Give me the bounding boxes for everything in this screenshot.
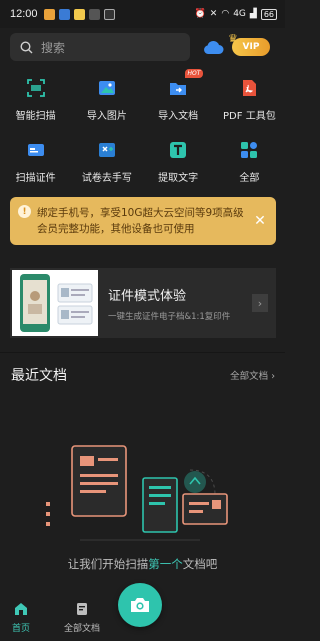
tool-exam-erase[interactable]: 试卷去手写 [71,134,142,196]
tool-all[interactable]: 全部 [214,134,285,196]
signal-icon: ▟ [249,9,257,19]
tab-home[interactable]: 首页 [12,601,30,634]
empty-state-text: 让我们开始扫描第一个文档吧 [0,556,285,572]
tool-label: 全部 [239,173,260,184]
all-docs-link[interactable]: 全部文档 › [230,368,275,382]
tab-home-label: 首页 [12,624,31,634]
notification-app-icon [88,8,100,20]
tool-pdf-kit[interactable]: PDF 工具包 [214,72,285,134]
search-row: 搜索 ♛ VIP [10,32,278,61]
alarm-icon: ⏰ [194,9,206,19]
tool-label: 提取文字 [158,173,199,184]
promo-title: 证件模式体验 [108,288,187,304]
notification-icons [43,8,115,20]
empty-text-after: 文档吧 [182,557,218,571]
tool-label: 智能扫描 [15,111,56,122]
notification-app-icon [43,8,55,20]
divider [0,352,285,353]
vip-label: VIP [242,42,260,52]
tool-extract-text[interactable]: 提取文字 [143,134,214,196]
search-placeholder: 搜索 [41,40,66,55]
tool-label: PDF 工具包 [223,111,276,122]
notification-app-icon [58,8,70,20]
notification-app-icon [103,8,115,20]
camera-icon [131,598,149,612]
id-mode-promo-card[interactable]: 证件模式体验 一键生成证件电子档&1:1复印件 › [10,268,276,338]
folder-import-icon [170,83,187,95]
recent-docs-title: 最近文档 [11,368,67,384]
all-apps-icon [241,142,258,158]
tool-import-doc[interactable]: HOT 导入文档 [143,69,214,134]
empty-text-before: 让我们开始扫描 [67,557,149,571]
tab-docs-label: 全部文档 [64,624,101,634]
chevron-right-icon[interactable]: › [252,294,268,312]
camera-button[interactable] [118,583,162,627]
vip-badge[interactable]: ♛ VIP [228,32,270,56]
empty-text-highlight: 第一个 [148,557,183,571]
wifi-icon: ◠ [221,9,230,19]
mute-icon: ✕ [209,9,218,19]
notification-app-icon [73,8,85,20]
tab-all-docs[interactable]: 全部文档 [64,601,100,634]
hot-badge: HOT [184,69,204,78]
scan-icon [26,79,45,97]
id-card-illustration-icon [20,274,93,332]
warning-icon: ! [18,205,31,218]
tool-scan-id[interactable]: 扫描证件 [0,134,71,196]
bind-phone-banner[interactable]: ! 绑定手机号，享受10G超大云空间等9项高级会员完整功能，其他设备也可使用 ✕ [10,197,276,245]
close-icon[interactable]: ✕ [252,213,268,229]
tool-label: 扫描证件 [15,173,56,184]
image-import-icon [98,81,115,95]
tool-label: 导入图片 [86,111,127,122]
crown-icon: ♛ [228,32,238,45]
text-extract-icon [170,142,187,158]
home-icon [15,603,27,615]
document-icon [77,603,87,615]
tool-smart-scan[interactable]: 智能扫描 [0,72,71,134]
tool-import-image[interactable]: 导入图片 [71,72,142,134]
network-label: 4G [233,9,246,19]
empty-docs-illustration [46,445,228,541]
search-input[interactable]: 搜索 [10,33,190,61]
promo-thumbnail [12,270,98,336]
promo-subtitle: 一键生成证件电子档&1:1复印件 [108,311,231,322]
tool-label: 导入文档 [158,111,199,122]
system-icons: ⏰ ✕ ◠ 4G ▟ 66 [194,8,277,20]
clock: 12:00 [10,8,38,20]
status-bar: 12:00 ⏰ ✕ ◠ 4G ▟ 66 [0,0,285,28]
id-card-icon [27,144,44,156]
exam-erase-icon [98,143,115,157]
banner-text: 绑定手机号，享受10G超大云空间等9项高级会员完整功能，其他设备也可使用 [37,207,244,235]
search-icon [20,40,33,53]
tool-grid: 智能扫描 导入图片 HOT 导入文档 PDF 工具包 扫描证件 试卷去手写 提取… [0,69,285,196]
cloud-sync-icon[interactable] [202,39,224,55]
battery-icon: 66 [260,8,277,20]
tool-label: 试卷去手写 [81,173,132,184]
pdf-icon [243,80,257,96]
